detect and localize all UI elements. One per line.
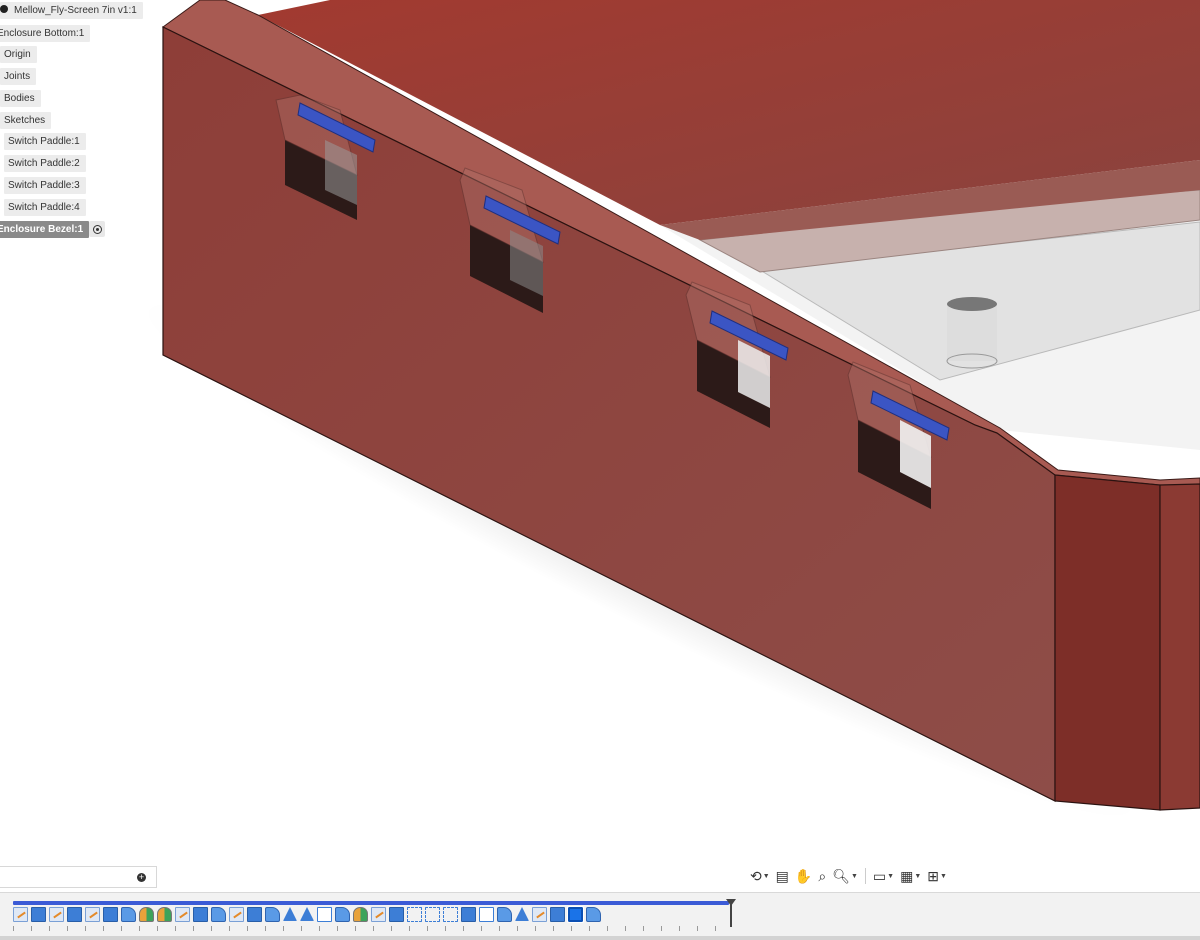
tree-component-bezel[interactable]: Enclosure Bezel:1 — [0, 221, 90, 238]
timeline-feature-fillet-icon[interactable] — [586, 907, 601, 922]
timeline-feature-sketch-icon[interactable] — [13, 907, 28, 922]
orbit-icon[interactable]: ⟲ ▼ — [748, 866, 772, 886]
timeline-feature-sketch-icon[interactable] — [85, 907, 100, 922]
timeline-feature-sketch-icon[interactable] — [371, 907, 386, 922]
tree-folder-origin[interactable]: Origin — [0, 46, 37, 63]
timeline-feature-fillet-icon[interactable] — [335, 907, 350, 922]
tree-paddle-2[interactable]: Switch Paddle:2 — [4, 155, 86, 172]
corner-face — [1054, 474, 1161, 811]
chevron-down-icon: ▼ — [887, 872, 895, 880]
viewports-icon[interactable]: ⊞ ▼ — [925, 866, 949, 886]
timeline-marker-line[interactable] — [730, 903, 732, 927]
timeline-feature-active-icon[interactable] — [567, 906, 584, 923]
tree-component-bottom[interactable]: Enclosure Bottom:1 — [0, 25, 91, 42]
timeline-feature-extrude-icon[interactable] — [461, 907, 476, 922]
timeline-feature-mirror-icon[interactable] — [353, 907, 368, 922]
tree-joints-label: Joints — [4, 71, 31, 82]
timeline — [0, 892, 1200, 940]
tree-paddle-1-label: Switch Paddle:1 — [8, 136, 80, 147]
look-at-icon[interactable]: ▤ — [774, 866, 791, 886]
tree-folder-bodies[interactable]: Bodies — [0, 90, 41, 107]
display-settings-icon[interactable]: ▭ ▼ — [871, 866, 896, 886]
timeline-feature-draft-icon[interactable] — [283, 907, 297, 921]
tree-paddle-3-label: Switch Paddle:3 — [8, 180, 80, 191]
timeline-feature-move-icon[interactable] — [407, 907, 422, 922]
tree-paddle-1[interactable]: Switch Paddle:1 — [4, 133, 86, 150]
timeline-feature-combine-icon[interactable] — [317, 907, 332, 922]
chevron-down-icon: ▼ — [914, 872, 922, 880]
navigation-toolbar: ⟲ ▼ ▤ ✋ ⌕ 🔍︎ ▼ ▭ ▼ ▦ ▼ ⊞ ▼ — [748, 864, 949, 888]
timeline-feature-fillet-icon[interactable] — [121, 907, 136, 922]
tree-folder-sketches[interactable]: Sketches — [0, 112, 52, 129]
tree-paddle-2-label: Switch Paddle:2 — [8, 158, 80, 169]
standoff-top — [947, 297, 997, 311]
timeline-feature-mirror-icon[interactable] — [139, 907, 154, 922]
timeline-feature-fillet-icon[interactable] — [497, 907, 512, 922]
comments-panel[interactable]: + — [0, 866, 157, 888]
timeline-feature-extrude-icon[interactable] — [550, 907, 565, 922]
timeline-feature-extrude-icon[interactable] — [67, 907, 82, 922]
timeline-feature-fillet-icon[interactable] — [211, 907, 226, 922]
chevron-down-icon: ▼ — [939, 872, 947, 880]
tree-component-bottom-label: Enclosure Bottom:1 — [0, 28, 85, 39]
timeline-track — [13, 901, 729, 905]
timeline-feature-draft-icon[interactable] — [300, 907, 314, 921]
chevron-down-icon: ▼ — [762, 872, 770, 880]
tree-origin-label: Origin — [4, 49, 31, 60]
timeline-feature-sketch-icon[interactable] — [229, 907, 244, 922]
bullet-icon — [0, 5, 8, 13]
timeline-feature-sketch-icon[interactable] — [175, 907, 190, 922]
timeline-feature-mirror-icon[interactable] — [157, 907, 172, 922]
timeline-feature-extrude-icon[interactable] — [103, 907, 118, 922]
standoff — [947, 303, 997, 361]
zoom-icon[interactable]: 🔍︎ ▼ — [830, 866, 860, 886]
chevron-down-icon: ▼ — [850, 872, 858, 880]
tree-root-label: Mellow_Fly-Screen 7in v1:1 — [14, 5, 137, 16]
tree-bodies-label: Bodies — [4, 93, 35, 104]
plus-icon[interactable]: + — [137, 873, 146, 882]
grid-icon[interactable]: ▦ ▼ — [898, 866, 923, 886]
timeline-ticks — [13, 926, 729, 931]
pan-icon[interactable]: ✋ — [793, 866, 814, 886]
timeline-scrollbar[interactable] — [0, 936, 1200, 940]
tree-paddle-3[interactable]: Switch Paddle:3 — [4, 177, 86, 194]
timeline-feature-fillet-icon[interactable] — [265, 907, 280, 922]
timeline-feature-sketch-icon[interactable] — [532, 907, 547, 922]
tree-component-bezel-label: Enclosure Bezel:1 — [0, 224, 84, 235]
tree-paddle-4[interactable]: Switch Paddle:4 — [4, 199, 86, 216]
tree-root[interactable]: Mellow_Fly-Screen 7in v1:1 — [0, 2, 143, 19]
timeline-feature-extrude-icon[interactable] — [193, 907, 208, 922]
timeline-features — [13, 906, 601, 925]
timeline-feature-move-icon[interactable] — [443, 907, 458, 922]
3d-viewport[interactable] — [0, 0, 1200, 939]
timeline-feature-move-icon[interactable] — [425, 907, 440, 922]
tree-sketches-label: Sketches — [4, 115, 46, 126]
timeline-feature-extrude-icon[interactable] — [389, 907, 404, 922]
toolbar-divider — [864, 868, 866, 884]
timeline-feature-sketch-icon[interactable] — [49, 907, 64, 922]
activate-component-icon[interactable] — [89, 221, 105, 237]
side-face — [1159, 483, 1200, 811]
timeline-feature-combine-icon[interactable] — [479, 907, 494, 922]
tree-paddle-4-label: Switch Paddle:4 — [8, 202, 80, 213]
timeline-feature-extrude-icon[interactable] — [247, 907, 262, 922]
tree-folder-joints[interactable]: Joints — [0, 68, 37, 85]
zoom-window-icon[interactable]: ⌕ — [816, 866, 828, 886]
timeline-feature-extrude-icon[interactable] — [31, 907, 46, 922]
timeline-feature-draft-icon[interactable] — [515, 907, 529, 921]
